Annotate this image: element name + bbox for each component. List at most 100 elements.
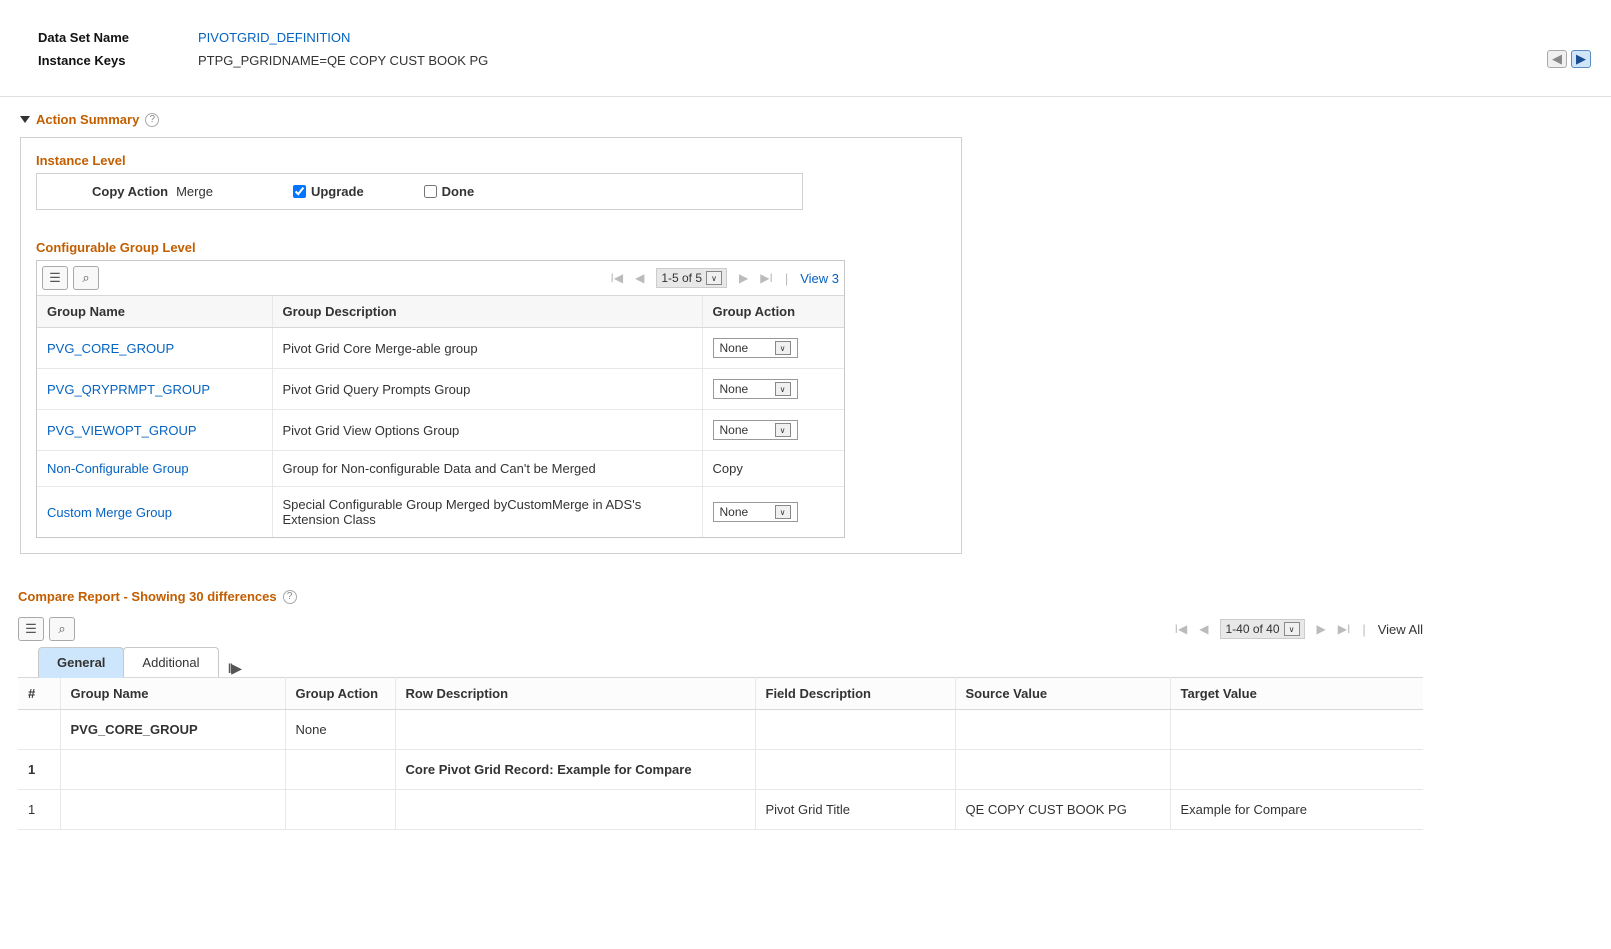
target-val-cell: Example for Compare [1170, 790, 1423, 830]
table-row: Custom Merge Group Special Configurable … [37, 487, 844, 538]
prev-record-button[interactable]: ◀ [1547, 50, 1567, 68]
row-desc-cell [395, 790, 755, 830]
group-name-link[interactable]: Custom Merge Group [47, 505, 172, 520]
group-description-cell: Pivot Grid Query Prompts Group [272, 369, 702, 410]
group-action-select[interactable]: None∨ [713, 502, 798, 522]
prev-page-icon[interactable]: ◀ [635, 271, 644, 285]
group-action-text: Copy [713, 461, 743, 476]
group-description-cell: Group for Non-configurable Data and Can'… [272, 451, 702, 487]
tab-expand-icon[interactable]: II▶ [228, 660, 241, 677]
action-summary-box: Instance Level Copy Action Merge Upgrade… [20, 137, 962, 554]
grid-action-icon[interactable]: ☰ [42, 266, 68, 290]
dropdown-icon[interactable]: ∨ [1284, 622, 1300, 636]
copy-action-value: Merge [176, 184, 213, 199]
configurable-group-grid: ☰ ⌕ I◀ ◀ 1-5 of 5 ∨ ▶ ▶I | View 3 [36, 260, 845, 538]
field-desc-cell [755, 750, 955, 790]
col-group-name[interactable]: Group Name [60, 678, 285, 710]
pager-text: 1-5 of 5 [661, 271, 702, 285]
group-action-select[interactable]: None∨ [713, 379, 798, 399]
caret-down-icon [20, 116, 30, 123]
prev-page-icon[interactable]: ◀ [1199, 622, 1208, 636]
table-row: PVG_CORE_GROUP Pivot Grid Core Merge-abl… [37, 328, 844, 369]
tabs-row: General Additional II▶ [18, 646, 1423, 677]
compare-header: Compare Report - Showing 30 differences … [18, 589, 1611, 604]
done-checkbox[interactable] [424, 185, 437, 198]
grid-action-icon[interactable]: ☰ [18, 617, 44, 641]
search-icon[interactable]: ⌕ [49, 617, 75, 641]
compare-section: Compare Report - Showing 30 differences … [0, 589, 1611, 830]
target-val-cell [1170, 750, 1423, 790]
header-area: Data Set Name PIVOTGRID_DEFINITION Insta… [0, 20, 1611, 91]
pager-select[interactable]: 1-40 of 40 ∨ [1220, 619, 1304, 639]
num-cell [18, 710, 60, 750]
done-checkbox-wrap[interactable]: Done [424, 184, 475, 199]
field-desc-cell [755, 710, 955, 750]
group-name-cell: PVG_CORE_GROUP [60, 710, 285, 750]
target-val-cell [1170, 710, 1423, 750]
separator: | [785, 271, 788, 286]
dropdown-icon[interactable]: ∨ [706, 271, 722, 285]
col-group-action[interactable]: Group Action [702, 296, 844, 328]
instance-level-title: Instance Level [36, 153, 946, 168]
next-record-button[interactable]: ▶ [1571, 50, 1591, 68]
view-all-link[interactable]: View All [1378, 622, 1423, 637]
dropdown-icon[interactable]: ∨ [775, 505, 791, 519]
dropdown-icon[interactable]: ∨ [775, 423, 791, 437]
help-icon[interactable]: ? [283, 590, 297, 604]
first-page-icon[interactable]: I◀ [611, 271, 624, 285]
instance-keys-label: Instance Keys [38, 53, 198, 68]
last-page-icon[interactable]: ▶I [760, 271, 773, 285]
source-val-cell: QE COPY CUST BOOK PG [955, 790, 1170, 830]
upgrade-checkbox[interactable] [293, 185, 306, 198]
group-action-select[interactable]: None∨ [713, 338, 798, 358]
dropdown-icon[interactable]: ∨ [775, 341, 791, 355]
divider [0, 96, 1611, 97]
group-name-link[interactable]: Non-Configurable Group [47, 461, 189, 476]
table-row: PVG_CORE_GROUP None [18, 710, 1423, 750]
col-group-action[interactable]: Group Action [285, 678, 395, 710]
col-source-value[interactable]: Source Value [955, 678, 1170, 710]
separator: | [1362, 622, 1365, 637]
compare-title: Compare Report - Showing 30 differences [18, 589, 277, 604]
grid-toolbar: ☰ ⌕ I◀ ◀ 1-5 of 5 ∨ ▶ ▶I | View 3 [37, 261, 844, 296]
num-cell: 1 [18, 750, 60, 790]
group-action-select[interactable]: None∨ [713, 420, 798, 440]
group-name-cell [60, 790, 285, 830]
group-name-link[interactable]: PVG_QRYPRMPT_GROUP [47, 382, 210, 397]
field-desc-cell: Pivot Grid Title [755, 790, 955, 830]
group-name-link[interactable]: PVG_VIEWOPT_GROUP [47, 423, 197, 438]
col-row-description[interactable]: Row Description [395, 678, 755, 710]
group-description-cell: Pivot Grid View Options Group [272, 410, 702, 451]
table-row: PVG_VIEWOPT_GROUP Pivot Grid View Option… [37, 410, 844, 451]
col-target-value[interactable]: Target Value [1170, 678, 1423, 710]
last-page-icon[interactable]: ▶I [1338, 622, 1351, 636]
search-icon[interactable]: ⌕ [73, 266, 99, 290]
upgrade-checkbox-wrap[interactable]: Upgrade [293, 184, 364, 199]
table-row: 1 Core Pivot Grid Record: Example for Co… [18, 750, 1423, 790]
view-link[interactable]: View 3 [800, 271, 839, 286]
next-page-icon[interactable]: ▶ [739, 271, 748, 285]
group-name-link[interactable]: PVG_CORE_GROUP [47, 341, 174, 356]
group-action-cell [285, 790, 395, 830]
help-icon[interactable]: ? [145, 113, 159, 127]
col-field-description[interactable]: Field Description [755, 678, 955, 710]
tab-additional[interactable]: Additional [123, 647, 218, 677]
col-num[interactable]: # [18, 678, 60, 710]
dataset-name-label: Data Set Name [38, 30, 198, 45]
done-label: Done [442, 184, 475, 199]
source-val-cell [955, 750, 1170, 790]
group-name-cell [60, 750, 285, 790]
tab-general[interactable]: General [38, 647, 124, 678]
dataset-name-link[interactable]: PIVOTGRID_DEFINITION [198, 30, 350, 45]
first-page-icon[interactable]: I◀ [1175, 622, 1188, 636]
group-action-cell: None [285, 710, 395, 750]
col-group-name[interactable]: Group Name [37, 296, 272, 328]
col-group-description[interactable]: Group Description [272, 296, 702, 328]
table-row: Non-Configurable Group Group for Non-con… [37, 451, 844, 487]
action-summary-title: Action Summary [36, 112, 139, 127]
dropdown-icon[interactable]: ∨ [775, 382, 791, 396]
pager-select[interactable]: 1-5 of 5 ∨ [656, 268, 727, 288]
next-page-icon[interactable]: ▶ [1317, 622, 1326, 636]
action-summary-header[interactable]: Action Summary ? [20, 112, 1611, 127]
group-table: Group Name Group Description Group Actio… [37, 296, 844, 537]
